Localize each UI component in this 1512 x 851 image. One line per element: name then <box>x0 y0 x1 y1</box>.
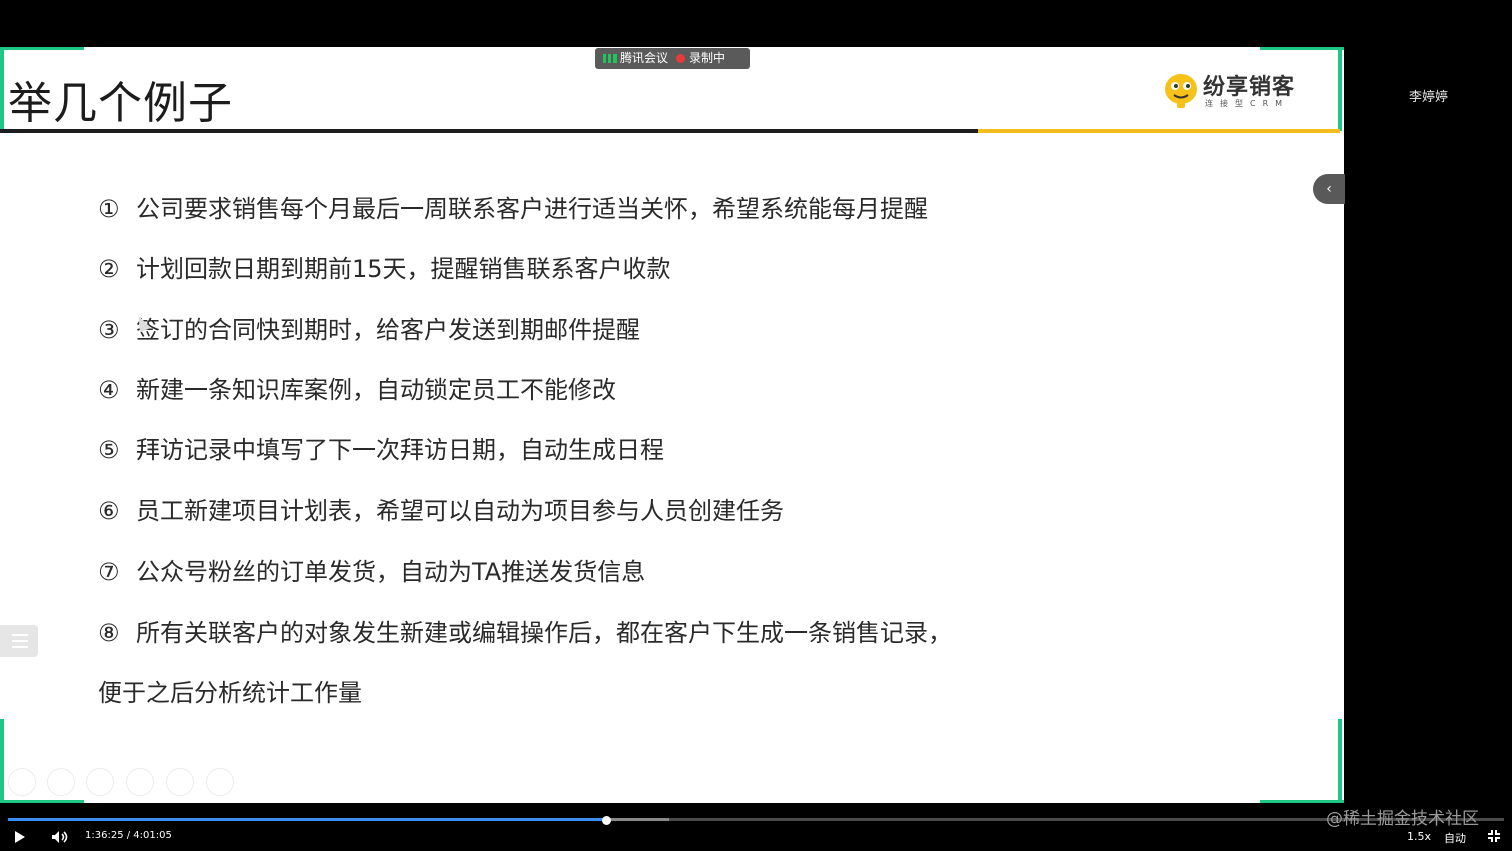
pen-icon[interactable] <box>86 768 114 796</box>
item-text: 拜访记录中填写了下一次拜访日期，自动生成日程 <box>136 436 664 464</box>
item-number: ⑤ <box>98 436 120 464</box>
list-item: ① 公司要求销售每个月最后一周联系客户进行适当关怀，希望系统能每月提醒 <box>98 189 928 224</box>
item-number: ② <box>98 255 120 283</box>
exit-fullscreen-icon[interactable] <box>1487 829 1501 843</box>
title-rule-accent <box>978 129 1340 133</box>
time-display: 1:36:25 / 4:01:05 <box>85 830 172 841</box>
list-item: ⑦ 公众号粉丝的订单发货，自动为TA推送发货信息 <box>98 552 645 587</box>
item-text: 员工新建项目计划表，希望可以自动为项目参与人员创建任务 <box>136 497 784 525</box>
recording-label: 录制中 <box>689 51 726 65</box>
item-number: ⑦ <box>98 558 120 586</box>
player-controls <box>0 803 1512 851</box>
list-item: ⑤ 拜访记录中填写了下一次拜访日期，自动生成日程 <box>98 430 664 465</box>
corner-accent <box>1338 47 1342 131</box>
presentation-slide: 举几个例子 纷享销客 连接型CRM ① 公司要求销售每个月最后一周联系客户进行适当… <box>0 47 1344 803</box>
meeting-app-label: 腾讯会议 <box>620 51 669 65</box>
mascot-icon <box>1165 74 1197 108</box>
participant-name: 李婷婷 <box>1409 90 1449 105</box>
item-number: ④ <box>98 376 120 404</box>
corner-accent <box>0 719 4 803</box>
item-number: ① <box>98 195 120 223</box>
item-text: 所有关联客户的对象发生新建或编辑操作后，都在客户下生成一条销售记录， <box>136 619 952 647</box>
slides-icon[interactable] <box>126 768 154 796</box>
corner-accent <box>0 47 84 50</box>
list-item: ③ 签订的合同快到期时，给客户发送到期邮件提醒 <box>98 310 640 345</box>
progress-played <box>8 818 606 821</box>
item-text: 签订的合同快到期时，给客户发送到期邮件提醒 <box>136 316 640 344</box>
quality-button[interactable]: 自动 <box>1444 830 1466 846</box>
company-logo: 纷享销客 连接型CRM <box>1163 69 1313 113</box>
meeting-status-badge: 腾讯会议 录制中 <box>595 48 750 69</box>
list-item: ⑧ 所有关联客户的对象发生新建或编辑操作后，都在客户下生成一条销售记录， <box>98 613 952 648</box>
signal-icon <box>603 54 617 63</box>
list-item-continuation: 便于之后分析统计工作量 <box>98 679 362 707</box>
outline-list-button[interactable] <box>0 625 38 657</box>
logo-subtitle: 连接型CRM <box>1205 99 1290 108</box>
title-rule <box>0 129 978 133</box>
item-number: ⑧ <box>98 619 120 647</box>
list-item: ② 计划回款日期到期前15天，提醒销售联系客户收款 <box>98 249 671 284</box>
logo-text: 纷享销客 <box>1203 75 1296 100</box>
progress-thumb[interactable] <box>602 816 611 825</box>
watermark: @稀土掘金技术社区 <box>1326 809 1479 829</box>
slide-title: 举几个例子 <box>8 78 233 129</box>
more-icon[interactable] <box>206 768 234 796</box>
item-text: 计划回款日期到期前15天，提醒销售联系客户收款 <box>136 255 671 283</box>
corner-accent <box>1260 47 1344 50</box>
list-item: ⑥ 员工新建项目计划表，希望可以自动为项目参与人员创建任务 <box>98 491 784 526</box>
prev-slide-icon[interactable] <box>8 768 36 796</box>
play-icon[interactable] <box>15 831 25 843</box>
item-number: ③ <box>98 316 120 344</box>
list-item: ④ 新建一条知识库案例，自动锁定员工不能修改 <box>98 370 616 405</box>
zoom-icon[interactable] <box>166 768 194 796</box>
item-text: 公司要求销售每个月最后一周联系客户进行适当关怀，希望系统能每月提醒 <box>136 195 928 223</box>
item-number: ⑥ <box>98 497 120 525</box>
corner-accent <box>1338 719 1342 803</box>
corner-accent <box>0 47 4 131</box>
recording-icon <box>676 54 686 63</box>
item-text: 公众号粉丝的订单发货，自动为TA推送发货信息 <box>136 558 646 586</box>
speed-button[interactable]: 1.5x <box>1407 830 1431 843</box>
next-slide-icon[interactable] <box>47 768 75 796</box>
collapse-panel-button[interactable]: ‹ <box>1313 174 1345 204</box>
item-text: 新建一条知识库案例，自动锁定员工不能修改 <box>136 376 616 404</box>
volume-icon[interactable] <box>51 830 69 844</box>
